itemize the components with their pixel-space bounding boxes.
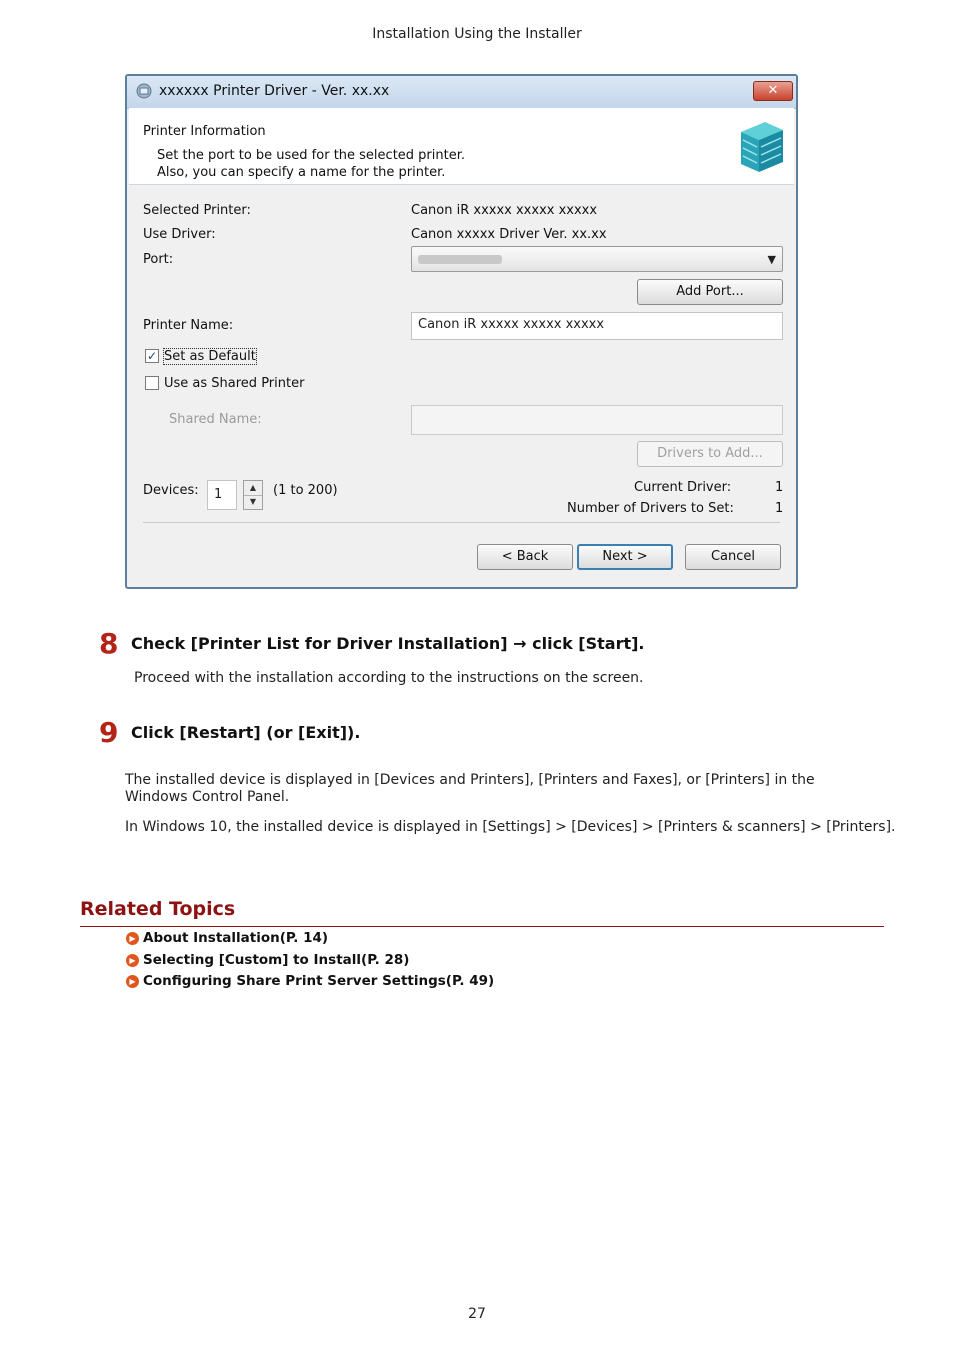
arrow-right-icon: ▶ [126,975,139,988]
related-topics-rule [80,926,884,927]
drivers-to-add-button[interactable]: Drivers to Add... [637,441,783,467]
set-default-label: Set as Default [163,348,257,365]
printer-name-label: Printer Name: [143,318,234,333]
step-8-detail: Proceed with the installation according … [134,670,644,686]
related-topics-title: Related Topics [80,898,236,920]
drivers-to-set-label: Number of Drivers to Set: [567,501,734,516]
add-port-button[interactable]: Add Port... [637,279,783,305]
current-driver-value: 1 [775,480,784,495]
shared-printer-label: Use as Shared Printer [164,376,305,391]
port-dropdown[interactable]: ▼ [411,246,783,272]
drivers-to-set-value: 1 [775,501,784,516]
shared-name-label: Shared Name: [169,412,262,427]
port-label: Port: [143,252,174,267]
printer-name-field[interactable]: Canon iR xxxxx xxxxx xxxxx [411,312,783,340]
arrow-right-icon: ▶ [126,932,139,945]
page-number: 27 [468,1306,486,1322]
step-8-text: Check [Printer List for Driver Installat… [131,634,645,653]
back-button[interactable]: < Back [477,544,573,570]
step-9-number: 9 [99,716,119,749]
related-link[interactable]: ▶ Configuring Share Print Server Settings… [126,973,494,989]
close-button[interactable]: ✕ [753,81,793,101]
arrow-right-icon: ▶ [126,954,139,967]
printer-graphic-icon [741,122,783,172]
next-button[interactable]: Next > [577,544,673,570]
info-line-1: Set the port to be used for the selected… [157,148,465,163]
related-link-label[interactable]: Configuring Share Print Server Settings(… [143,973,494,989]
printer-information-panel: Printer Information Set the port to be u… [129,108,794,185]
devices-range: (1 to 200) [273,483,338,498]
page-header: Installation Using the Installer [372,26,582,42]
shared-name-field[interactable] [411,405,783,435]
use-driver-label: Use Driver: [143,227,216,242]
info-line-2: Also, you can specify a name for the pri… [157,165,446,180]
info-title: Printer Information [143,124,266,139]
step-9-detail-1: The installed device is displayed in [De… [125,772,815,805]
step-9-text: Click [Restart] (or [Exit]). [131,723,361,742]
step-9-detail-2: In Windows 10, the installed device is d… [125,819,896,835]
step-8-number: 8 [99,627,119,660]
current-driver-label: Current Driver: [634,480,732,495]
selected-printer-value: Canon iR xxxxx xxxxx xxxxx [411,203,598,218]
cancel-button[interactable]: Cancel [685,544,781,570]
printer-driver-icon [136,83,152,99]
dialog-separator [143,522,780,523]
devices-spinner[interactable]: ▲ ▼ [243,480,263,510]
spin-up-icon[interactable]: ▲ [244,481,262,496]
related-link[interactable]: ▶ About Installation(P. 14) [126,930,328,946]
dialog-title: xxxxxx Printer Driver - Ver. xx.xx [159,83,390,99]
shared-printer-checkbox[interactable] [145,376,159,390]
chevron-down-icon: ▼ [767,253,776,266]
selected-printer-label: Selected Printer: [143,203,251,218]
related-link-label[interactable]: Selecting [Custom] to Install(P. 28) [143,952,409,968]
spin-down-icon[interactable]: ▼ [244,495,262,509]
set-default-checkbox[interactable]: ✓ [145,349,159,363]
printer-driver-dialog: xxxxxx Printer Driver - Ver. xx.xx ✕ Pri… [125,74,798,589]
dialog-titlebar: xxxxxx Printer Driver - Ver. xx.xx ✕ [127,76,796,109]
port-value-obscured [418,255,502,264]
related-link[interactable]: ▶ Selecting [Custom] to Install(P. 28) [126,952,409,968]
devices-label: Devices: [143,483,199,498]
related-link-label[interactable]: About Installation(P. 14) [143,930,328,946]
devices-input[interactable]: 1 [207,480,237,510]
use-driver-value: Canon xxxxx Driver Ver. xx.xx [411,227,607,242]
